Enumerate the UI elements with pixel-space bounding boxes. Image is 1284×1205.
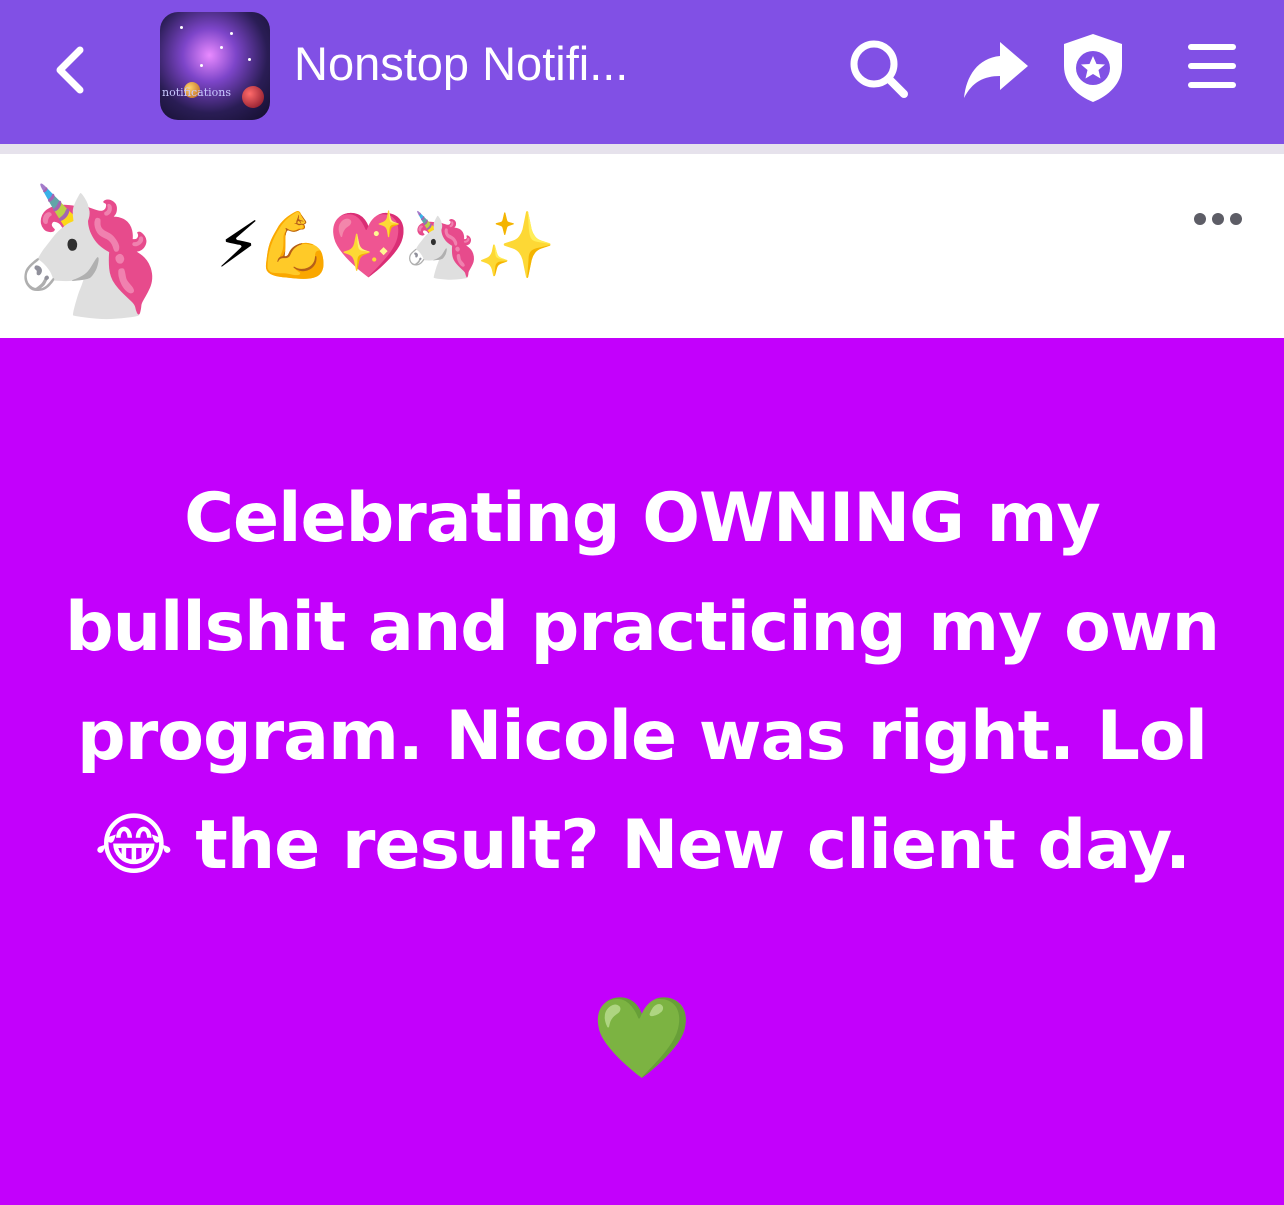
group-avatar-caption: notifications	[162, 86, 231, 99]
post-body: Celebrating OWNING my bullshit and pract…	[0, 338, 1284, 1205]
menu-button[interactable]	[1186, 38, 1238, 94]
search-button[interactable]	[844, 34, 912, 102]
post-header: 🦄 ⚡💪💖🦄✨	[0, 154, 1284, 338]
group-avatar[interactable]: notifications	[160, 12, 270, 120]
more-dots-icon	[1194, 213, 1242, 225]
post-text: Celebrating OWNING my bullshit and pract…	[64, 479, 1220, 885]
shield-star-icon	[1064, 34, 1122, 102]
search-icon	[850, 40, 908, 98]
hamburger-menu-icon	[1188, 44, 1236, 88]
author-avatar[interactable]: 🦄	[8, 176, 170, 326]
share-button[interactable]	[960, 36, 1032, 102]
chevron-left-icon	[56, 46, 84, 94]
share-arrow-icon	[964, 42, 1028, 98]
header-divider	[0, 144, 1284, 154]
group-title[interactable]: Nonstop Notifi...	[294, 36, 628, 92]
admin-tools-button[interactable]	[1058, 30, 1128, 106]
author-name[interactable]: ⚡💪💖🦄✨	[216, 198, 556, 294]
more-options-button[interactable]	[1188, 204, 1248, 234]
green-heart-emoji: 💚	[592, 991, 692, 1084]
back-button[interactable]	[42, 36, 102, 100]
top-navigation-bar: notifications Nonstop Notifi...	[0, 0, 1284, 144]
